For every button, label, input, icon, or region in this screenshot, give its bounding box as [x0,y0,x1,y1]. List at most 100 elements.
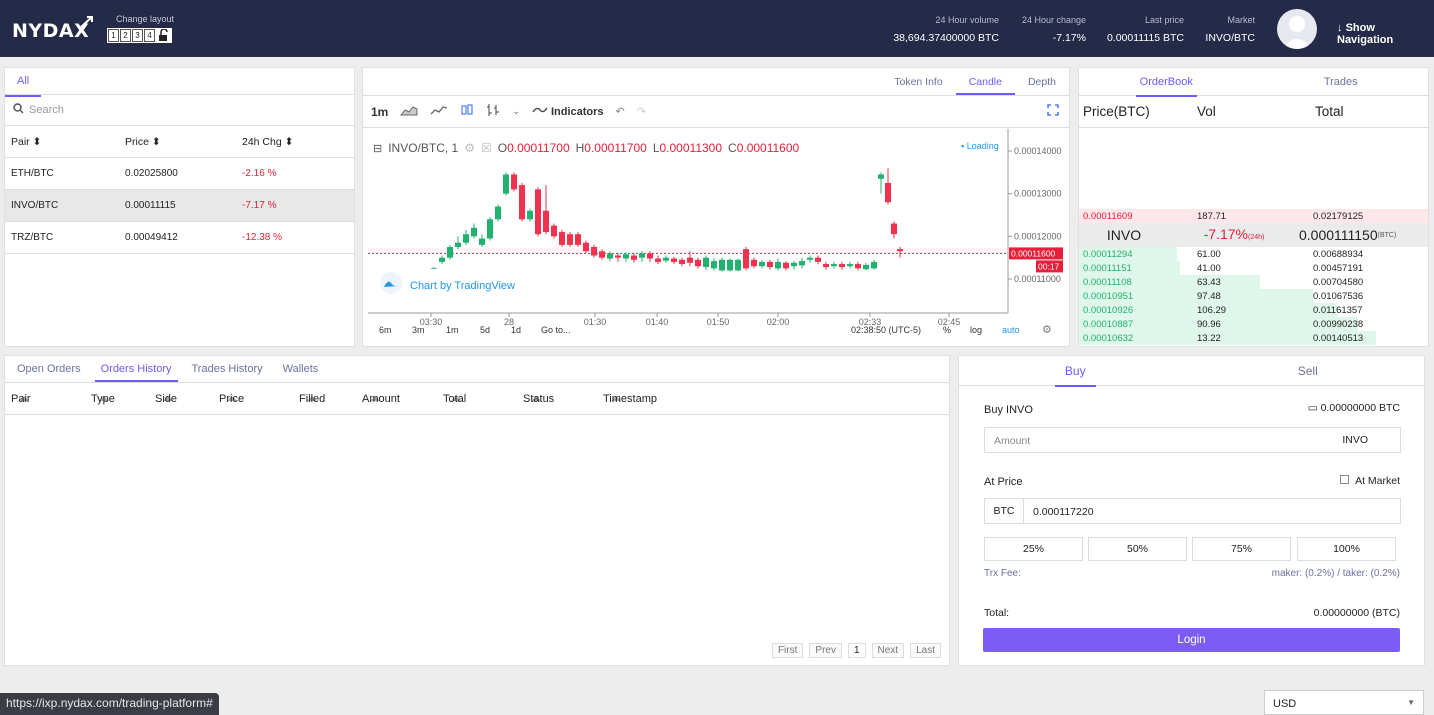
tab-buy[interactable]: Buy [1054,357,1096,387]
ask-row[interactable]: 0.00011609 187.71 0.02179125 [1079,209,1428,223]
page-next[interactable]: Next [871,643,905,658]
chart-settings-icon[interactable]: ⚙ [1042,323,1052,336]
login-button[interactable]: Login [983,628,1400,652]
wallet-icon: ▭ [1307,402,1318,414]
layout-switcher[interactable]: 1 2 3 4 [107,28,172,43]
page-prev[interactable]: Prev [809,643,842,658]
range-5d[interactable]: 5d [480,325,490,335]
col-total[interactable]: Total [443,393,466,405]
candle-body [703,257,709,268]
tab-open-orders[interactable]: Open Orders [11,356,87,382]
undo-icon[interactable]: ↶ [616,105,625,118]
col-side[interactable]: Side [155,393,177,405]
tab-trades-history[interactable]: Trades History [186,356,269,382]
bid-row[interactable]: 0.00010887 90.96 0.00990238 [1079,317,1428,331]
page-last[interactable]: Last [910,643,941,658]
col-type[interactable]: Type [91,393,115,405]
tab-sell[interactable]: Sell [1192,356,1425,385]
col-price[interactable]: Price ⬍ [122,136,239,148]
settings-icon[interactable]: ⚙ [464,141,475,155]
percent-toggle[interactable]: % [943,325,951,335]
bid-row[interactable]: 0.00011108 63.43 0.00704580 [1079,275,1428,289]
total-label: Total: [984,607,1010,619]
line-chart-icon[interactable] [430,104,448,119]
show-navigation-button[interactable]: ↓ Show Navigation [1337,22,1434,46]
col-24h-chg[interactable]: 24h Chg ⬍ [239,136,293,148]
bid-cell: 0.00688934 [1313,248,1364,260]
currency-select[interactable]: USD ▼ [1264,690,1424,715]
range-6m[interactable]: 6m [379,325,392,335]
pair-row-invo-btc[interactable]: INVO/BTC 0.00011115 -7.17 % [5,190,354,222]
close-icon[interactable]: ☒ [481,141,492,155]
bid-row[interactable]: 0.00010926 106.29 0.01161357 [1079,303,1428,317]
bid-cell: 0.00011294 [1083,248,1133,260]
layout-3-button[interactable]: 3 [132,29,143,42]
layout-4-button[interactable]: 4 [144,29,155,42]
tradingview-attribution[interactable]: Chart by TradingView [377,269,518,302]
tab-trades[interactable]: Trades [1254,68,1429,95]
col-amount[interactable]: Amount [362,393,400,405]
tab-depth[interactable]: Depth [1015,68,1069,95]
amount-field[interactable]: Amount INVO [984,427,1401,453]
pair-row-trz-btc[interactable]: TRZ/BTC 0.00049412 -12.38 % [5,222,354,254]
tab-token-info[interactable]: Token Info [881,68,955,95]
candle-body [655,258,661,262]
unlock-icon[interactable] [156,28,170,42]
auto-toggle[interactable]: auto [1002,325,1020,335]
col-filled[interactable]: Filled [299,393,325,405]
range-1d[interactable]: 1d [511,325,521,335]
interval-select[interactable]: 1m [371,105,388,119]
indicators-button[interactable]: Indicators [532,105,604,118]
collapse-icon[interactable]: ⊟ [373,142,382,155]
avatar[interactable] [1277,9,1317,49]
bar-style-icon[interactable] [486,103,500,120]
pct-25-button[interactable]: 25% [984,537,1083,561]
layout-2-button[interactable]: 2 [120,29,131,42]
tab-candle[interactable]: Candle [955,68,1015,95]
bid-row[interactable]: 0.00010951 97.48 0.01067536 [1079,289,1428,303]
layout-1-button[interactable]: 1 [108,29,119,42]
ob-col-vol: Vol [1197,104,1216,119]
bid-cell: 97.48 [1197,290,1221,302]
candle-body [823,264,829,268]
col-price[interactable]: Price [219,393,244,405]
candlestick-chart[interactable]: 0.00014000 0.00013000 0.00012000 0.00011000… [363,129,1069,352]
checkbox-icon[interactable] [1340,475,1350,484]
page-current[interactable]: 1 [847,643,866,658]
bid-row[interactable]: 0.00011294 61.00 0.00688934 [1079,247,1428,261]
tab-all[interactable]: All [5,68,42,97]
bid-cell: 90.96 [1197,318,1221,330]
pct-75-button[interactable]: 75% [1192,537,1291,561]
at-market-checkbox[interactable]: At Market [1340,475,1400,487]
col-pair[interactable]: Pair [11,393,31,405]
range-1m[interactable]: 1m [446,325,459,335]
goto-button[interactable]: Go to... [541,325,571,335]
fullscreen-icon[interactable] [1047,104,1059,119]
col-pair[interactable]: Pair ⬍ [5,136,122,148]
pct-50-button[interactable]: 50% [1088,537,1187,561]
pct-100-button[interactable]: 100% [1297,537,1396,561]
tab-orderbook[interactable]: OrderBook [1135,69,1197,97]
page-first[interactable]: First [771,643,804,658]
nydax-logo[interactable]: NYDAX [12,16,93,42]
bid-row[interactable]: 0.00011151 41.00 0.00457191 [1079,261,1428,275]
range-3m[interactable]: 3m [412,325,425,335]
tab-wallets[interactable]: Wallets [277,356,325,382]
chevron-down-icon: ▼ [1407,698,1415,707]
pair-row-eth-btc[interactable]: ETH/BTC 0.02025800 -2.16 % [5,158,354,190]
redo-icon[interactable]: ↷ [637,105,646,118]
col-timestamp[interactable]: Timestamp [603,393,657,405]
top-navbar: NYDAX Change layout 1 2 3 4 24 Hour volu… [0,0,1434,57]
bid-row[interactable]: 0.00010632 13.22 0.00140513 [1079,331,1428,345]
log-toggle[interactable]: log [970,325,982,335]
area-chart-icon[interactable] [400,104,418,119]
candle-style-icon[interactable] [460,103,474,120]
tab-orders-history[interactable]: Orders History [94,356,178,382]
price-field[interactable]: BTC 0.000117220 [984,498,1401,524]
search-input[interactable]: Search [5,95,354,126]
bid-cell: 41.00 [1197,262,1221,274]
wallet-balance: ▭ 0.00000000 BTC [1307,402,1400,414]
col-status[interactable]: Status [523,393,554,405]
bid-cell: 0.00140513 [1313,332,1364,344]
chevron-down-icon[interactable]: ⌄ [512,106,520,117]
